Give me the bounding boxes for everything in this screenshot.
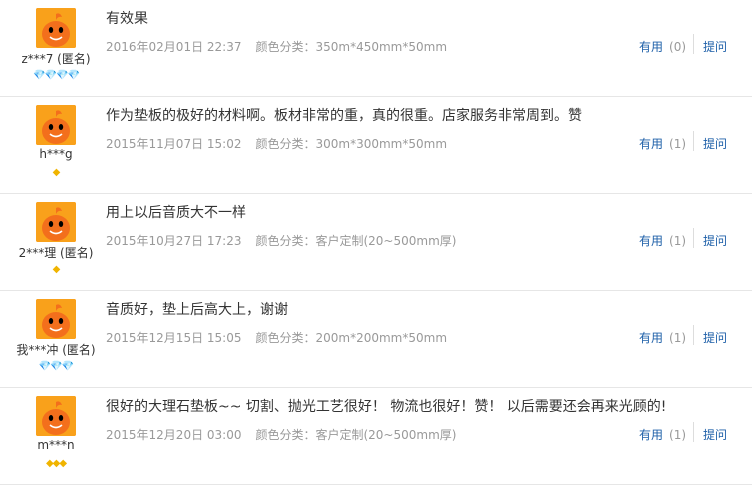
divider	[693, 228, 694, 248]
useful-button[interactable]: 有用 (1)	[639, 135, 686, 152]
review-item: 我***冲 (匿名) 💎💎💎 音质好，垫上后高大上，谢谢 2015年12月15日…	[0, 291, 752, 388]
avatar[interactable]	[36, 202, 76, 242]
sku-spec: 颜色分类：客户定制(20~500mm厚)	[255, 234, 457, 248]
useful-label: 有用	[639, 428, 664, 442]
review-text: 很好的大理石垫板~~ 切割、抛光工艺很好！ 物流也很好！赞！ 以后需要还会再来光…	[106, 399, 667, 415]
review-meta: 2015年10月27日 17:23 颜色分类：客户定制(20~500mm厚)	[106, 232, 456, 249]
review-text: 作为垫板的极好的材料啊。板材非常的重，真的很重。店家服务非常周到。赞	[106, 108, 582, 124]
review-date: 2016年02月01日 22:37	[106, 40, 242, 54]
review-item: 2***理 (匿名) ◆ 用上以后音质大不一样 2015年10月27日 17:2…	[0, 194, 752, 291]
review-date: 2015年12月20日 03:00	[106, 428, 242, 442]
useful-count: (1)	[669, 428, 687, 442]
ask-button[interactable]: 提问	[703, 329, 727, 346]
review-text: 有效果	[106, 11, 148, 27]
ask-button[interactable]: 提问	[703, 232, 727, 249]
sku-spec: 颜色分类：客户定制(20~500mm厚)	[255, 428, 457, 442]
avatar[interactable]	[36, 396, 76, 436]
buyer-level-badges: 💎💎💎💎	[33, 70, 80, 81]
useful-label: 有用	[639, 40, 664, 54]
review-meta: 2015年12月15日 15:05 颜色分类：200m*200mm*50mm	[106, 329, 447, 346]
review-date: 2015年11月07日 15:02	[106, 137, 242, 151]
useful-label: 有用	[639, 234, 664, 248]
mascot-icon	[36, 8, 76, 48]
username: h***g	[39, 147, 73, 161]
review-item: m***n ◆◆◆ 很好的大理石垫板~~ 切割、抛光工艺很好！ 物流也很好！赞！…	[0, 388, 752, 485]
username: 我***冲 (匿名)	[16, 343, 96, 357]
mascot-icon	[36, 299, 76, 339]
mascot-icon	[36, 105, 76, 145]
buyer-level-badges: 💎💎💎	[38, 361, 74, 372]
username: z***7 (匿名)	[21, 52, 91, 66]
review-meta: 2015年12月20日 03:00 颜色分类：客户定制(20~500mm厚)	[106, 426, 456, 443]
buyer-level-badges: ◆◆◆	[45, 458, 67, 469]
review-item: h***g ◆ 作为垫板的极好的材料啊。板材非常的重，真的很重。店家服务非常周到…	[0, 97, 752, 194]
buyer-level-badges: ◆	[52, 264, 61, 275]
useful-button[interactable]: 有用 (1)	[639, 232, 686, 249]
review-list: z***7 (匿名) 💎💎💎💎 有效果 2016年02月01日 22:37 颜色分…	[0, 0, 752, 485]
ask-button[interactable]: 提问	[703, 135, 727, 152]
useful-count: (1)	[669, 331, 687, 345]
ask-button[interactable]: 提问	[703, 426, 727, 443]
divider	[693, 131, 694, 151]
useful-label: 有用	[639, 137, 664, 151]
username: m***n	[37, 438, 75, 452]
review-date: 2015年10月27日 17:23	[106, 234, 242, 248]
avatar[interactable]	[36, 8, 76, 48]
useful-count: (1)	[669, 234, 687, 248]
useful-count: (1)	[669, 137, 687, 151]
avatar[interactable]	[36, 105, 76, 145]
review-text: 音质好，垫上后高大上，谢谢	[106, 302, 288, 318]
ask-button[interactable]: 提问	[703, 38, 727, 55]
divider	[693, 325, 694, 345]
useful-label: 有用	[639, 331, 664, 345]
review-item: z***7 (匿名) 💎💎💎💎 有效果 2016年02月01日 22:37 颜色分…	[0, 0, 752, 97]
divider	[693, 34, 694, 54]
review-text: 用上以后音质大不一样	[106, 205, 246, 221]
username: 2***理 (匿名)	[18, 246, 94, 260]
review-date: 2015年12月15日 15:05	[106, 331, 242, 345]
review-meta: 2015年11月07日 15:02 颜色分类：300m*300mm*50mm	[106, 135, 447, 152]
sku-spec: 颜色分类：350m*450mm*50mm	[255, 40, 448, 54]
mascot-icon	[36, 396, 76, 436]
useful-button[interactable]: 有用 (1)	[639, 426, 686, 443]
avatar[interactable]	[36, 299, 76, 339]
buyer-level-badges: ◆	[52, 167, 61, 178]
divider	[693, 422, 694, 442]
mascot-icon	[36, 202, 76, 242]
sku-spec: 颜色分类：200m*200mm*50mm	[255, 331, 448, 345]
useful-count: (0)	[669, 40, 687, 54]
useful-button[interactable]: 有用 (1)	[639, 329, 686, 346]
review-meta: 2016年02月01日 22:37 颜色分类：350m*450mm*50mm	[106, 38, 447, 55]
sku-spec: 颜色分类：300m*300mm*50mm	[255, 137, 448, 151]
useful-button[interactable]: 有用 (0)	[639, 38, 686, 55]
